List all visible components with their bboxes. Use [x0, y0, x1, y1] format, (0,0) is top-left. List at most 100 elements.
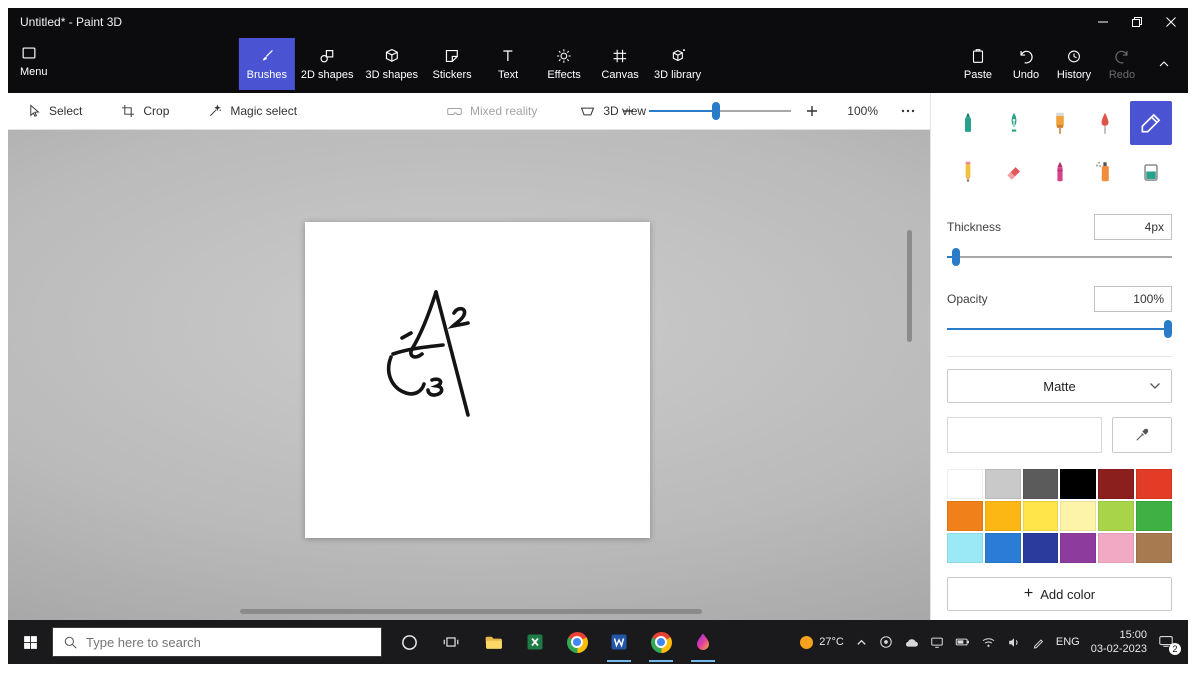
- brush-spray-can[interactable]: [1084, 150, 1126, 194]
- drawing-canvas[interactable]: [305, 222, 650, 538]
- task-view-button[interactable]: [430, 620, 472, 664]
- opacity-slider-thumb[interactable]: [1163, 320, 1172, 338]
- eyedropper-button[interactable]: [1112, 417, 1172, 453]
- palette-swatch[interactable]: [1022, 469, 1059, 499]
- palette-swatch[interactable]: [1098, 469, 1135, 499]
- tab-text[interactable]: Text: [480, 38, 536, 90]
- zoom-out-icon[interactable]: [621, 104, 635, 118]
- file-explorer-button[interactable]: [472, 620, 514, 664]
- thickness-slider-thumb[interactable]: [952, 248, 960, 266]
- tray-battery-icon[interactable]: [955, 636, 970, 648]
- tray-volume-icon[interactable]: [1007, 636, 1021, 649]
- palette-swatch[interactable]: [984, 469, 1021, 499]
- palette-swatch[interactable]: [1060, 533, 1097, 563]
- crop-button[interactable]: Crop: [120, 103, 169, 119]
- word-button[interactable]: [598, 620, 640, 664]
- tab-stickers[interactable]: Stickers: [424, 38, 480, 90]
- brush-crayon[interactable]: [1039, 150, 1081, 194]
- magic-select-button[interactable]: Magic select: [207, 103, 297, 119]
- thickness-slider[interactable]: [947, 248, 1172, 266]
- restore-button[interactable]: [1120, 8, 1154, 35]
- palette-swatch[interactable]: [1022, 501, 1059, 531]
- zoom-slider-thumb[interactable]: [712, 102, 721, 120]
- tray-people-icon[interactable]: [879, 635, 893, 649]
- palette-swatch[interactable]: [1022, 533, 1059, 563]
- tab-3d-library[interactable]: 3D library: [648, 38, 707, 90]
- mixed-reality-button[interactable]: Mixed reality: [446, 103, 537, 120]
- tray-onedrive-icon[interactable]: [904, 636, 919, 649]
- brush-calligraphy-pen[interactable]: [993, 101, 1035, 145]
- material-dropdown[interactable]: Matte: [947, 369, 1172, 403]
- thickness-input[interactable]: [1094, 214, 1172, 240]
- tab-effects[interactable]: Effects: [536, 38, 592, 90]
- search-icon: [64, 636, 77, 648]
- menu-button[interactable]: Menu: [20, 44, 48, 78]
- palette-swatch[interactable]: [984, 533, 1021, 563]
- redo-button[interactable]: Redo: [1098, 47, 1146, 81]
- zoom-in-icon[interactable]: [805, 104, 819, 118]
- clock[interactable]: 15:00 03-02-2023: [1091, 628, 1147, 657]
- minimize-button[interactable]: [1086, 8, 1120, 35]
- select-button[interactable]: Select: [26, 103, 82, 119]
- palette-swatch[interactable]: [947, 501, 983, 531]
- thickness-row: Thickness: [947, 214, 1172, 240]
- vertical-scrollbar[interactable]: [907, 230, 912, 342]
- palette-swatch[interactable]: [1060, 501, 1097, 531]
- chrome-button[interactable]: [556, 620, 598, 664]
- palette-swatch[interactable]: [984, 501, 1021, 531]
- tray-pen-icon[interactable]: [1032, 636, 1045, 649]
- taskbar-search[interactable]: [52, 627, 382, 657]
- language-indicator[interactable]: ENG: [1056, 636, 1080, 648]
- close-button[interactable]: [1154, 8, 1188, 35]
- history-button[interactable]: History: [1050, 47, 1098, 81]
- fill-icon: [1144, 164, 1158, 181]
- palette-swatch[interactable]: [1060, 469, 1097, 499]
- 3d-shapes-icon: [385, 48, 398, 62]
- brush-pencil[interactable]: [947, 150, 989, 194]
- palette-swatch[interactable]: [1136, 533, 1172, 563]
- undo-button[interactable]: Undo: [1002, 47, 1050, 81]
- brush-oil-brush[interactable]: [1039, 101, 1081, 145]
- weather-widget[interactable]: 27°C: [800, 635, 844, 649]
- palette-swatch[interactable]: [947, 469, 983, 499]
- ribbon-left-group: Select Crop Magic select: [26, 93, 297, 129]
- search-input[interactable]: [86, 634, 371, 650]
- brush-watercolour[interactable]: [1084, 101, 1126, 145]
- browser-button[interactable]: [640, 620, 682, 664]
- zoom-slider[interactable]: [649, 102, 792, 120]
- brush-pixel-pen[interactable]: [1130, 101, 1172, 145]
- excel-button[interactable]: [514, 620, 556, 664]
- tab-2d-shapes[interactable]: 2D shapes: [295, 38, 360, 90]
- current-color-preview[interactable]: [947, 417, 1102, 453]
- palette-swatch[interactable]: [1098, 501, 1135, 531]
- tab-canvas[interactable]: Canvas: [592, 38, 648, 90]
- horizontal-scrollbar[interactable]: [240, 609, 702, 614]
- more-options-icon[interactable]: [900, 104, 916, 118]
- cortana-icon: [401, 634, 417, 650]
- paste-button[interactable]: Paste: [954, 47, 1002, 81]
- notification-button[interactable]: 2: [1158, 634, 1181, 655]
- cortana-button[interactable]: [388, 620, 430, 664]
- brush-fill[interactable]: [1130, 150, 1172, 194]
- palette-swatch[interactable]: [947, 533, 983, 563]
- zoom-percent[interactable]: 100%: [847, 104, 878, 118]
- brush-marker[interactable]: [947, 101, 989, 145]
- tray-expand-icon[interactable]: [855, 636, 868, 649]
- palette-swatch[interactable]: [1136, 469, 1172, 499]
- canvas-icon: [613, 49, 627, 63]
- brush-eraser[interactable]: [993, 150, 1035, 194]
- tray-wifi-icon[interactable]: [981, 636, 996, 648]
- palette-swatch[interactable]: [1098, 533, 1135, 563]
- add-color-button[interactable]: + Add color: [947, 577, 1172, 611]
- paint3d-taskbar-button[interactable]: [682, 620, 724, 664]
- collapse-ribbon-button[interactable]: [1146, 38, 1182, 90]
- start-button[interactable]: [8, 620, 52, 664]
- palette-swatch[interactable]: [1136, 501, 1172, 531]
- tab-brushes[interactable]: Brushes: [238, 38, 295, 90]
- opacity-input[interactable]: [1094, 286, 1172, 312]
- tab-3d-shapes[interactable]: 3D shapes: [359, 38, 424, 90]
- tray-display-icon[interactable]: [930, 636, 944, 649]
- brush-grid: [947, 101, 1172, 194]
- open-app-indicator: [649, 660, 673, 662]
- opacity-slider[interactable]: [947, 320, 1172, 338]
